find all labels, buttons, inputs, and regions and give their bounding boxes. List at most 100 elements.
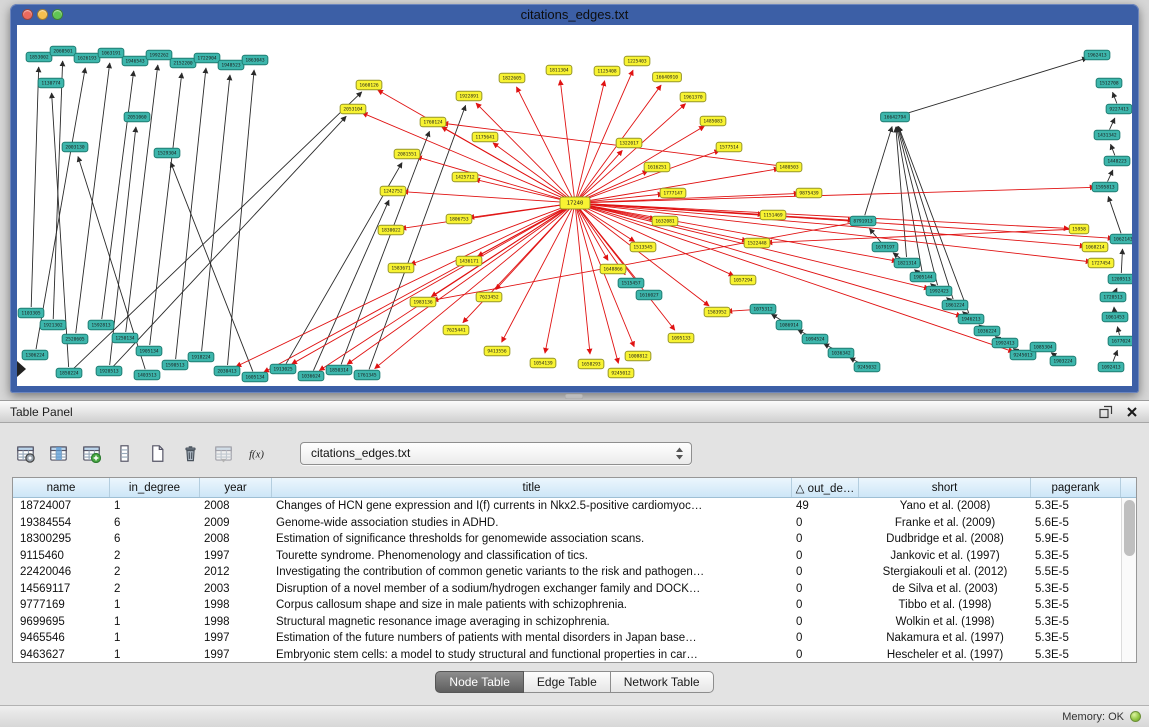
table-row[interactable]: 1872400712008Changes of HCN gene express… — [13, 498, 1121, 515]
table-cell: 5.9E-5 — [1031, 531, 1121, 547]
graph-node-label: 1057294 — [733, 278, 753, 284]
column-header-year[interactable]: year — [200, 478, 272, 497]
graph-edge[interactable] — [901, 58, 1088, 115]
graph-edge[interactable] — [476, 103, 571, 199]
table-row[interactable]: 2242004622012Investigating the contribut… — [13, 564, 1121, 581]
column-header-pagerank[interactable]: pagerank — [1031, 478, 1121, 497]
panel-resize-handle[interactable] — [565, 394, 583, 399]
graph-edge[interactable] — [581, 187, 1095, 203]
table-settings-icon[interactable] — [12, 441, 39, 465]
graph-edge[interactable] — [31, 67, 39, 307]
edit-columns-icon[interactable] — [78, 441, 105, 465]
graph-edge[interactable] — [76, 63, 110, 333]
close-panel-icon[interactable] — [1124, 404, 1139, 419]
table-row[interactable]: 969969511998Structural magnetic resonanc… — [13, 614, 1121, 631]
graph-edge[interactable] — [1113, 92, 1117, 103]
tab-edge-table[interactable]: Edge Table — [524, 671, 611, 693]
float-panel-icon[interactable] — [1098, 404, 1113, 419]
graph-edge[interactable] — [865, 127, 892, 216]
graph-edge[interactable] — [581, 204, 1091, 262]
graph-node-label: 1590513 — [165, 363, 185, 369]
delete-column-icon[interactable] — [177, 441, 204, 465]
graph-edge[interactable] — [378, 90, 570, 200]
graph-node-label: 2081551 — [397, 152, 417, 158]
graph-edge[interactable] — [341, 131, 429, 364]
network-canvas[interactable]: 1125408181130418226051922891176012420815… — [17, 25, 1132, 386]
table-row[interactable]: 1456911722003Disruption of a novel membe… — [13, 581, 1121, 598]
graph-edge[interactable] — [1108, 196, 1121, 233]
table-row[interactable]: 911546021997Tourette syndrome. Phenomeno… — [13, 548, 1121, 565]
graph-edge[interactable] — [581, 193, 799, 202]
table-row[interactable]: 946362711997Embryonic stem cells: a mode… — [13, 647, 1121, 663]
table-cell: 1 — [110, 614, 200, 630]
graph-node-label: 1626193 — [77, 56, 97, 62]
graph-node-label: 9875439 — [799, 191, 819, 197]
graph-edge[interactable] — [577, 70, 633, 197]
graph-edge[interactable] — [202, 75, 230, 351]
column-header-in_degree[interactable]: in_degree — [110, 478, 200, 497]
graph-edge[interactable] — [171, 162, 253, 371]
graph-edge[interactable] — [1110, 118, 1115, 129]
close-window-button[interactable] — [22, 9, 33, 20]
table-row[interactable]: 1938455462009Genome-wide association stu… — [13, 515, 1121, 532]
graph-edge[interactable] — [577, 209, 634, 347]
graph-node-label: 1522448 — [747, 241, 767, 247]
column-header-short[interactable]: short — [859, 478, 1031, 497]
table-cell: 1998 — [200, 597, 272, 613]
graph-node-label: 1822605 — [502, 76, 522, 82]
column-header-title[interactable]: title — [272, 478, 792, 497]
graph-edge[interactable] — [869, 229, 881, 243]
tab-node-table[interactable]: Node Table — [435, 671, 524, 693]
graph-node-label: 1225403 — [627, 59, 647, 65]
graph-node-label: 1577514 — [719, 145, 739, 151]
table-row[interactable]: 977716911998Corpus callosum shape and si… — [13, 597, 1121, 614]
graph-node-label: 1922891 — [459, 94, 479, 100]
graph-node-label: 2152200 — [173, 61, 193, 67]
minimize-window-button[interactable] — [37, 9, 48, 20]
column-header-name[interactable]: name — [13, 478, 110, 497]
graph-edge[interactable] — [1108, 170, 1113, 181]
table-row[interactable]: 1830029562008Estimation of significance … — [13, 531, 1121, 548]
graph-node-label: 1921302 — [43, 323, 63, 329]
row-height-icon[interactable] — [111, 441, 138, 465]
graph-node-label: 1962413 — [1087, 53, 1107, 59]
graph-edge[interactable] — [292, 206, 570, 364]
graph-node-label: 1095133 — [671, 336, 691, 342]
table-row[interactable]: 946554611997Estimation of the future num… — [13, 630, 1121, 647]
graph-edge[interactable] — [897, 127, 922, 271]
graph-edge[interactable] — [1121, 249, 1122, 273]
graph-edge[interactable] — [1113, 350, 1117, 361]
graph-node-label: 9245032 — [857, 365, 877, 371]
function-builder-icon[interactable]: f(x) — [243, 441, 270, 465]
graph-node-label: 1777147 — [663, 191, 683, 197]
table-cell: 9115460 — [13, 548, 110, 564]
graph-edge[interactable] — [264, 206, 570, 372]
graph-edge[interactable] — [1111, 144, 1115, 155]
table-tabs: Node TableEdge TableNetwork Table — [12, 671, 1137, 693]
select-columns-icon[interactable] — [45, 441, 72, 465]
window-titlebar[interactable]: citations_edges.txt — [10, 4, 1139, 25]
graph-edge[interactable] — [113, 116, 346, 366]
table-cell: Stergiakouli et al. (2012) — [859, 564, 1031, 580]
graph-edge[interactable] — [767, 229, 1073, 242]
graph-edge[interactable] — [150, 73, 182, 345]
tab-network-table[interactable]: Network Table — [611, 671, 714, 693]
import-table-icon[interactable] — [210, 441, 237, 465]
new-column-icon[interactable] — [144, 441, 171, 465]
table-scrollbar[interactable] — [1121, 498, 1136, 662]
graph-node-label: 1306224 — [25, 353, 45, 359]
table-cell: 0 — [792, 531, 859, 547]
table-cell: Franke et al. (2009) — [859, 515, 1031, 531]
column-header-out_de[interactable]: △ out_de… — [792, 478, 859, 497]
table-panel-header: Table Panel — [0, 401, 1149, 423]
graph-edge[interactable] — [319, 206, 570, 370]
scrollbar-thumb[interactable] — [1124, 500, 1135, 556]
graph-edge[interactable] — [417, 157, 570, 202]
graph-edge[interactable] — [1115, 288, 1117, 291]
zoom-window-button[interactable] — [52, 9, 63, 20]
graph-node-label: 1616251 — [647, 165, 667, 171]
table-source-dropdown[interactable]: citations_edges.txt — [300, 442, 692, 465]
graph-edge[interactable] — [1117, 327, 1119, 335]
graph-edge[interactable] — [896, 127, 907, 257]
graph-edge[interactable] — [403, 192, 569, 203]
